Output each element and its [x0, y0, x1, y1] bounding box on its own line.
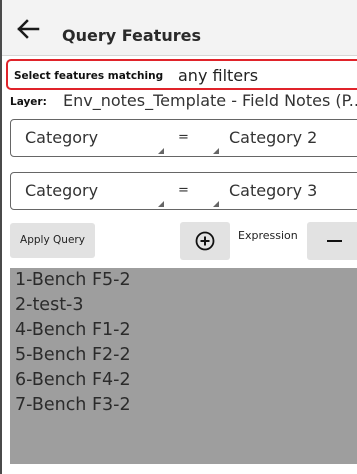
value-select[interactable]: Category 2: [229, 128, 317, 147]
list-item[interactable]: 1-Bench F5-2: [10, 268, 357, 293]
expression-label: Expression: [238, 229, 298, 242]
filter-mode-value[interactable]: any filters: [178, 66, 258, 85]
arrow-left-icon[interactable]: [16, 18, 40, 40]
list-item[interactable]: 2-test-3: [10, 293, 357, 318]
add-expression-button[interactable]: [180, 222, 230, 260]
remove-expression-button[interactable]: [307, 222, 357, 260]
app-header: Query Features: [2, 0, 357, 56]
operator-dropdown-icon: [213, 148, 219, 154]
expression-row: Category = Category 3: [10, 172, 357, 210]
value-select[interactable]: Category 3: [229, 181, 317, 200]
expression-row: Category = Category 2: [10, 119, 357, 157]
list-item[interactable]: 4-Bench F1-2: [10, 318, 357, 343]
field-select[interactable]: Category: [25, 181, 98, 200]
operator-dropdown-icon: [213, 201, 219, 207]
plus-circle-icon: [195, 231, 215, 251]
results-list: 1-Bench F5-2 2-test-3 4-Bench F1-2 5-Ben…: [10, 268, 357, 464]
list-item[interactable]: 6-Bench F4-2: [10, 368, 357, 393]
field-dropdown-icon: [158, 201, 164, 207]
list-item[interactable]: 5-Bench F2-2: [10, 343, 357, 368]
apply-query-button[interactable]: Apply Query: [10, 223, 95, 258]
list-item[interactable]: 7-Bench F3-2: [10, 393, 357, 418]
filter-mode-selector[interactable]: Select features matching any filters: [6, 59, 357, 90]
operator-select[interactable]: =: [178, 130, 189, 145]
page-title: Query Features: [62, 26, 201, 45]
field-select[interactable]: Category: [25, 128, 98, 147]
layer-label: Layer:: [10, 96, 47, 108]
minus-icon: [327, 240, 342, 242]
filter-mode-label: Select features matching: [14, 70, 164, 82]
layer-select[interactable]: Env_notes_Template - Field Notes (P...: [63, 91, 357, 110]
field-dropdown-icon: [158, 148, 164, 154]
operator-select[interactable]: =: [178, 183, 189, 198]
